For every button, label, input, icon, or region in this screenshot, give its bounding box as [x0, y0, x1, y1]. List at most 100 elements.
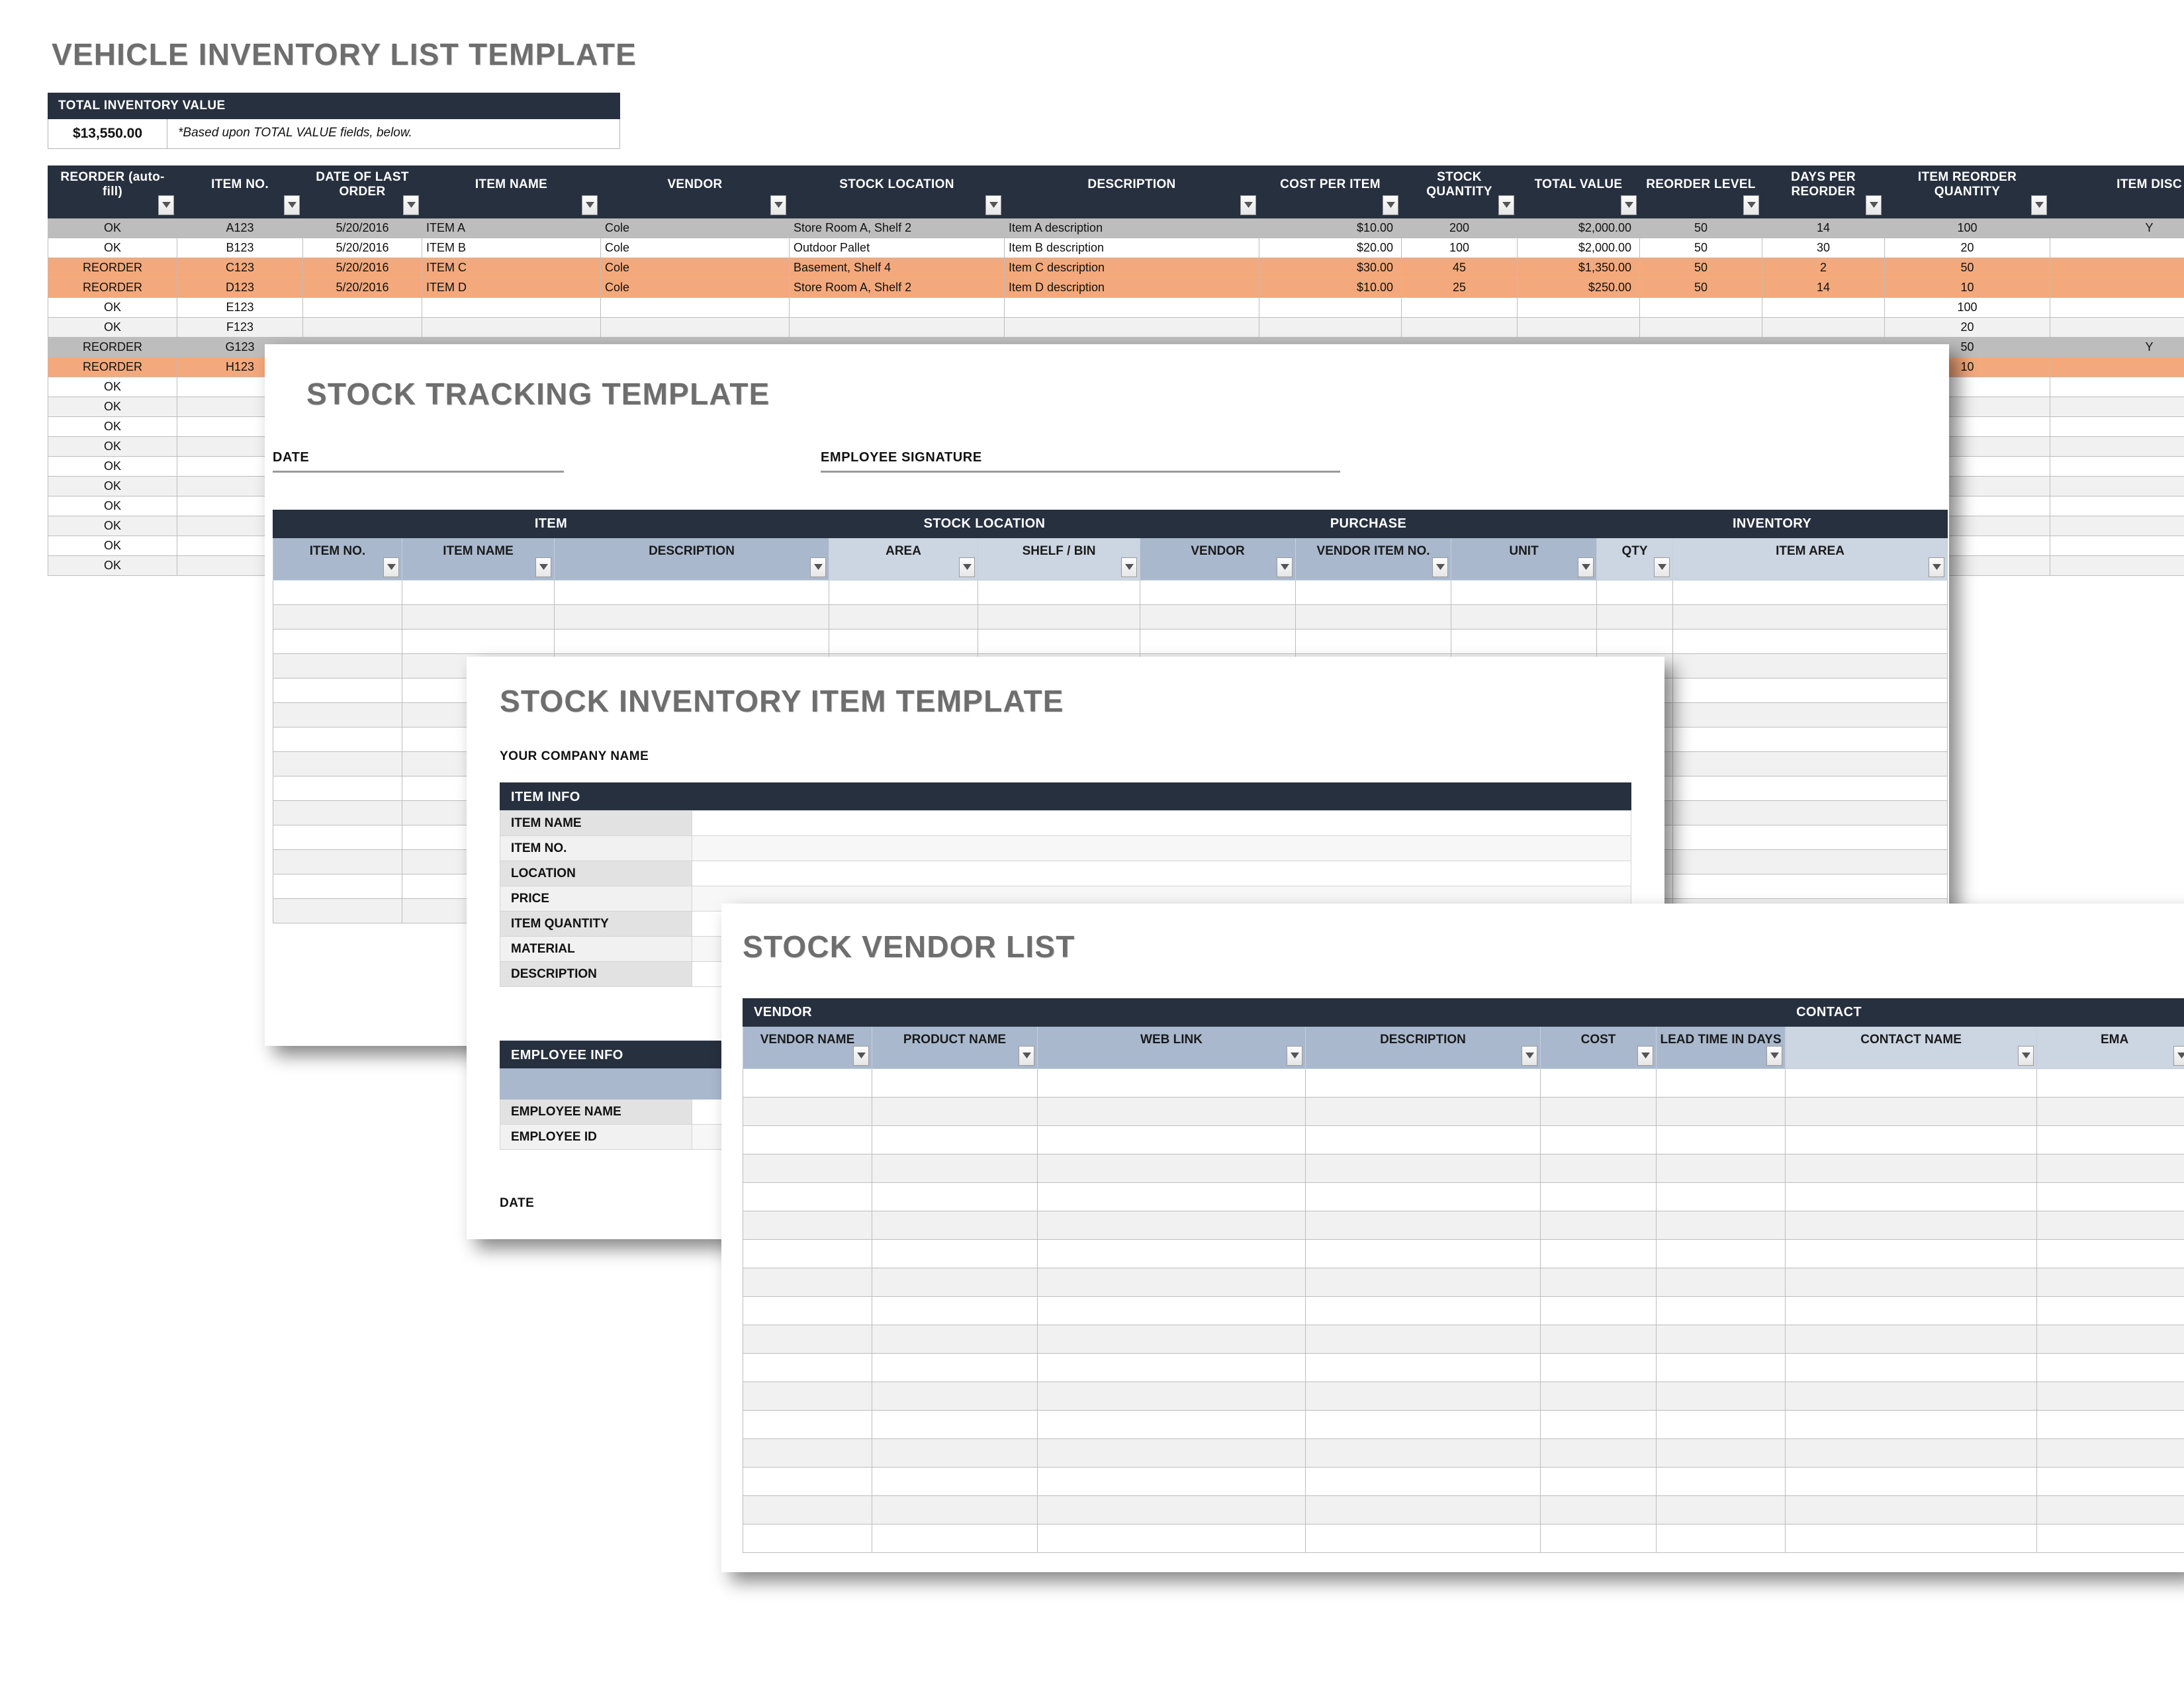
table-cell[interactable]: Outdoor Pallet: [789, 237, 1005, 258]
table-cell[interactable]: [1655, 1096, 1786, 1126]
table-cell[interactable]: [872, 1125, 1038, 1154]
table-cell[interactable]: [1762, 297, 1885, 318]
table-cell[interactable]: 5/20/2016: [302, 237, 422, 258]
table-row[interactable]: [743, 1352, 2184, 1382]
table-cell[interactable]: OK: [48, 237, 177, 258]
table-cell[interactable]: OK: [48, 495, 177, 516]
table-cell[interactable]: Store Room A, Shelf 2: [789, 277, 1005, 298]
table-cell[interactable]: [1305, 1381, 1541, 1411]
table-cell[interactable]: Y: [2050, 336, 2184, 357]
table-cell[interactable]: [1305, 1096, 1541, 1126]
table-cell[interactable]: OK: [48, 555, 177, 576]
table-cell[interactable]: [1785, 1466, 2038, 1496]
table-cell[interactable]: [1785, 1409, 2038, 1439]
table-cell[interactable]: [1655, 1068, 1786, 1098]
table-cell[interactable]: [1037, 1466, 1306, 1496]
filter-dropdown-icon[interactable]: [1287, 1045, 1302, 1066]
table-cell[interactable]: [1785, 1324, 2038, 1354]
table-cell[interactable]: [872, 1324, 1038, 1354]
table-cell[interactable]: [2050, 535, 2184, 556]
filter-dropdown-icon[interactable]: [403, 195, 419, 215]
table-cell[interactable]: Cole: [600, 237, 790, 258]
table-cell[interactable]: [1305, 1324, 1541, 1354]
table-cell[interactable]: D123: [177, 277, 303, 298]
table-cell[interactable]: [2036, 1466, 2184, 1496]
table-cell[interactable]: [1672, 604, 1948, 630]
table-row[interactable]: [743, 1295, 2184, 1325]
table-cell[interactable]: [1672, 702, 1948, 727]
table-cell[interactable]: [2036, 1239, 2184, 1268]
table-cell[interactable]: [1037, 1153, 1306, 1183]
table-cell[interactable]: 2: [1762, 257, 1885, 278]
table-cell[interactable]: [1517, 316, 1640, 338]
filter-dropdown-icon[interactable]: [1522, 1045, 1537, 1066]
filter-dropdown-icon[interactable]: [1498, 195, 1514, 215]
table-cell[interactable]: [1639, 297, 1762, 318]
table-cell[interactable]: [1037, 1125, 1306, 1154]
table-cell[interactable]: [1672, 849, 1948, 874]
table-cell[interactable]: [2050, 257, 2184, 278]
table-cell[interactable]: 5/20/2016: [302, 277, 422, 298]
table-cell[interactable]: [553, 628, 830, 654]
table-cell[interactable]: [1655, 1523, 1786, 1553]
table-cell[interactable]: [600, 297, 790, 318]
table-cell[interactable]: [1655, 1267, 1786, 1297]
filter-dropdown-icon[interactable]: [1121, 557, 1138, 577]
table-cell[interactable]: [273, 726, 402, 752]
table-row[interactable]: [273, 579, 1948, 605]
table-cell[interactable]: [1037, 1096, 1306, 1126]
table-cell[interactable]: [743, 1295, 872, 1325]
table-cell[interactable]: Basement, Shelf 4: [789, 257, 1005, 278]
table-cell[interactable]: [1785, 1239, 2038, 1268]
table-row[interactable]: REORDER D123 5/20/2016 ITEM D Cole Store Room…: [48, 277, 2184, 298]
table-cell[interactable]: [1655, 1466, 1786, 1496]
table-cell[interactable]: [1305, 1267, 1541, 1297]
table-cell[interactable]: [1305, 1210, 1541, 1240]
table-cell[interactable]: [1540, 1096, 1657, 1126]
table-cell[interactable]: [2050, 237, 2184, 258]
table-cell[interactable]: [2050, 495, 2184, 516]
table-cell[interactable]: [1655, 1153, 1786, 1183]
table-cell[interactable]: [402, 628, 555, 654]
table-cell[interactable]: $250.00: [1517, 277, 1640, 298]
table-cell[interactable]: [978, 579, 1141, 605]
table-cell[interactable]: [1785, 1210, 2038, 1240]
table-cell[interactable]: [1037, 1324, 1306, 1354]
table-cell[interactable]: ITEM D: [422, 277, 601, 298]
table-cell[interactable]: [2036, 1295, 2184, 1325]
table-cell[interactable]: [743, 1182, 872, 1211]
table-cell[interactable]: [1655, 1182, 1786, 1211]
table-cell[interactable]: [743, 1523, 872, 1553]
table-cell[interactable]: [829, 579, 979, 605]
table-cell[interactable]: [1305, 1182, 1541, 1211]
table-cell[interactable]: [872, 1466, 1038, 1496]
table-cell[interactable]: [2036, 1495, 2184, 1524]
table-cell[interactable]: [1451, 604, 1598, 630]
table-cell[interactable]: [2036, 1125, 2184, 1154]
table-cell[interactable]: [1785, 1125, 2038, 1154]
table-cell[interactable]: 25: [1401, 277, 1518, 298]
filter-dropdown-icon[interactable]: [1637, 1045, 1653, 1066]
table-cell[interactable]: [1037, 1068, 1306, 1098]
table-cell[interactable]: OK: [48, 515, 177, 536]
table-cell[interactable]: 100: [1884, 217, 2050, 238]
table-cell[interactable]: 20: [1884, 316, 2050, 338]
table-cell[interactable]: [872, 1295, 1038, 1325]
table-cell[interactable]: OK: [48, 436, 177, 457]
table-row[interactable]: [743, 1096, 2184, 1126]
table-cell[interactable]: [273, 579, 402, 605]
table-cell[interactable]: REORDER: [48, 356, 177, 377]
table-cell[interactable]: [872, 1438, 1038, 1468]
table-cell[interactable]: [1037, 1409, 1306, 1439]
table-cell[interactable]: [1540, 1125, 1657, 1154]
table-cell[interactable]: [743, 1438, 872, 1468]
filter-dropdown-icon[interactable]: [959, 557, 976, 577]
table-row[interactable]: OK E123 100: [48, 297, 2184, 318]
table-cell[interactable]: 200: [1401, 217, 1518, 238]
table-cell[interactable]: [1540, 1239, 1657, 1268]
table-cell[interactable]: [1401, 316, 1518, 338]
filter-dropdown-icon[interactable]: [770, 195, 786, 215]
table-cell[interactable]: [2050, 297, 2184, 318]
table-cell[interactable]: [422, 316, 601, 338]
table-row[interactable]: [743, 1182, 2184, 1211]
